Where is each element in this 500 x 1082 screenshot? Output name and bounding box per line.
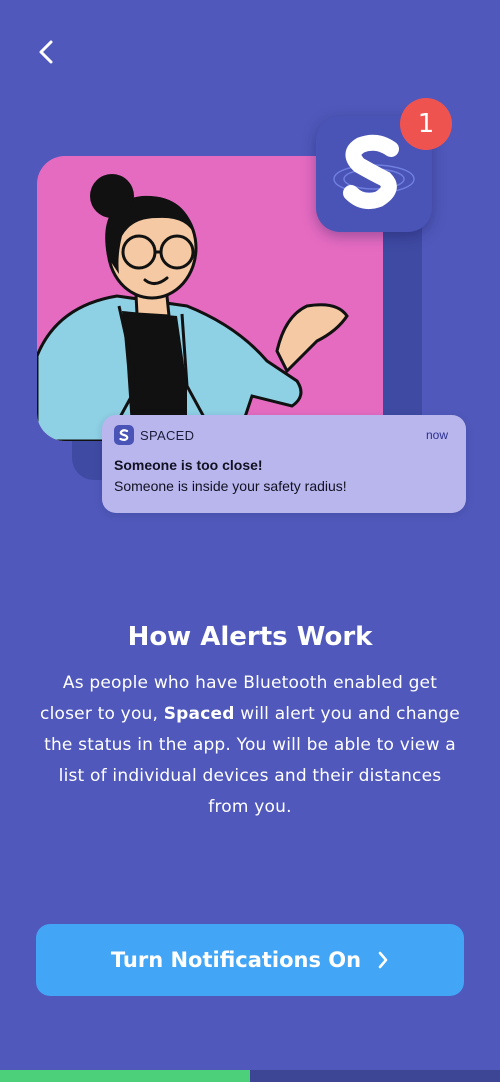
notification-header: SPACED (114, 425, 194, 445)
spaced-small-icon (114, 425, 134, 445)
notification-body: Someone is inside your safety radius! (114, 478, 347, 494)
notification-preview: SPACED now Someone is too close! Someone… (102, 415, 466, 513)
page-title: How Alerts Work (127, 622, 373, 652)
description-brand: Spaced (163, 704, 235, 724)
hero-illustration: 1 SPACED now Someone is too close! Someo… (0, 0, 500, 540)
notification-title: Someone is too close! (114, 457, 263, 473)
onboarding-progress-bar (0, 1070, 500, 1082)
turn-notifications-on-button[interactable]: Turn Notifications On (36, 924, 464, 996)
page-description: As people who have Bluetooth enabled get… (36, 668, 464, 823)
notification-time: now (425, 428, 448, 442)
chevron-right-icon (377, 950, 389, 970)
notification-app-name: SPACED (140, 427, 195, 443)
notification-count-badge: 1 (400, 98, 452, 150)
cta-label: Turn Notifications On (110, 948, 362, 972)
progress-fill (0, 1070, 250, 1082)
